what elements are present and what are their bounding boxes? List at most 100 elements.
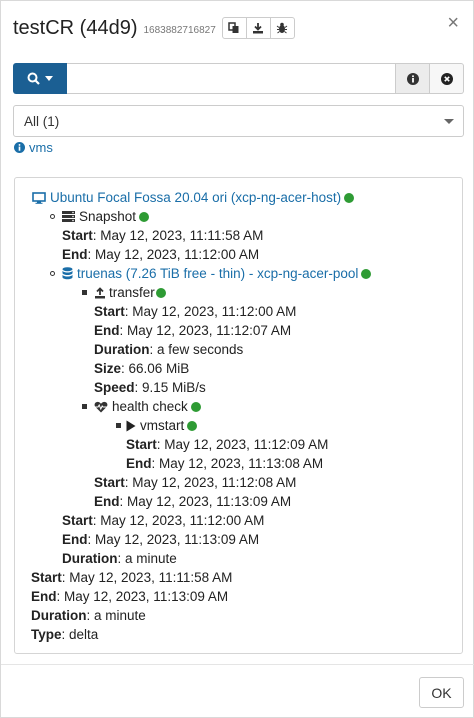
field-value: : May 12, 2023, 11:11:58 AM xyxy=(92,228,264,243)
backup-type: Type : delta xyxy=(31,625,98,644)
transfer-end: End : May 12, 2023, 11:12:07 AM xyxy=(94,321,291,340)
heartbeat-icon xyxy=(94,401,108,413)
transfer-size: Size : 66.06 MiB xyxy=(94,359,189,378)
transfer-task: transfer xyxy=(94,283,166,302)
clear-icon xyxy=(440,72,453,85)
modal-title: testCR (44d9) xyxy=(13,16,138,39)
filter-select-value: All (1) xyxy=(24,113,60,129)
copy-button[interactable] xyxy=(221,17,247,39)
info-icon xyxy=(406,72,419,85)
field-value: : a few seconds xyxy=(149,342,244,357)
header-button-group xyxy=(221,17,295,39)
field-label: End xyxy=(31,589,57,604)
bug-icon xyxy=(277,22,288,34)
sr-entry: truenas (7.26 TiB free - thin) - xcp-ng-… xyxy=(62,264,372,283)
list-bullet xyxy=(82,404,87,409)
snapshot-task: Snapshot xyxy=(62,207,150,226)
field-label: End xyxy=(62,532,88,547)
vmstart-label: vmstart xyxy=(140,418,185,433)
chevron-down-icon xyxy=(444,119,454,124)
field-value: : delta xyxy=(61,627,99,642)
sr-status-dot xyxy=(361,268,372,279)
snapshot-end: End : May 12, 2023, 11:12:00 AM xyxy=(62,245,259,264)
field-label: Duration xyxy=(62,551,118,566)
sr-link[interactable]: truenas (7.26 TiB free - thin) - xcp-ng-… xyxy=(77,264,358,283)
field-label: Start xyxy=(94,475,125,490)
search-icon xyxy=(27,72,40,85)
log-panel: Ubuntu Focal Fossa 20.04 ori (xcp-ng-ace… xyxy=(14,177,463,654)
field-label: Start xyxy=(62,513,93,528)
filter-select[interactable]: All (1) xyxy=(13,105,464,137)
sr-duration: Duration : a minute xyxy=(62,549,177,568)
vm-link[interactable]: Ubuntu Focal Fossa 20.04 ori (xcp-ng-ace… xyxy=(50,188,341,207)
vms-link[interactable]: vms xyxy=(14,140,53,155)
field-value: : May 12, 2023, 11:13:09 AM xyxy=(87,532,260,547)
list-bullet xyxy=(82,290,87,295)
download-button[interactable] xyxy=(245,17,271,39)
vmstart-task: vmstart xyxy=(126,416,198,435)
clear-search-button[interactable] xyxy=(430,63,464,94)
vm-duration: Duration : a minute xyxy=(31,606,146,625)
field-label: Duration xyxy=(31,608,87,623)
vm-entry: Ubuntu Focal Fossa 20.04 ori (xcp-ng-ace… xyxy=(32,188,355,207)
field-value: : 9.15 MiB/s xyxy=(134,380,206,395)
server-icon xyxy=(62,211,75,222)
list-bullet xyxy=(116,423,121,428)
transfer-start: Start : May 12, 2023, 11:12:00 AM xyxy=(94,302,296,321)
vm-end: End : May 12, 2023, 11:13:09 AM xyxy=(31,587,228,606)
vmstart-status-dot xyxy=(187,420,198,431)
health-check-start: Start : May 12, 2023, 11:12:08 AM xyxy=(94,473,296,492)
info-icon xyxy=(14,142,25,153)
vms-link-label: vms xyxy=(29,140,53,155)
snapshot-status-dot xyxy=(139,211,150,222)
list-bullet xyxy=(50,271,55,276)
transfer-speed: Speed : 9.15 MiB/s xyxy=(94,378,206,397)
field-value: : May 12, 2023, 11:12:00 AM xyxy=(87,247,260,262)
search-help-button[interactable] xyxy=(396,63,430,94)
snapshot-label: Snapshot xyxy=(79,209,137,224)
snapshot-start: Start : May 12, 2023, 11:11:58 AM xyxy=(62,226,263,245)
field-label: Duration xyxy=(94,342,150,357)
download-icon xyxy=(253,23,264,34)
list-bullet xyxy=(50,214,55,219)
field-label: Start xyxy=(94,304,125,319)
field-label: Size xyxy=(94,361,122,376)
vmstart-end: End : May 12, 2023, 11:13:08 AM xyxy=(126,454,323,473)
field-value: : a minute xyxy=(117,551,177,566)
search-input[interactable] xyxy=(67,63,396,94)
field-value: : May 12, 2023, 11:12:00 AM xyxy=(124,304,297,319)
transfer-label: transfer xyxy=(109,285,155,300)
health-check-task: health check xyxy=(94,397,201,416)
health-check-end: End : May 12, 2023, 11:13:09 AM xyxy=(94,492,291,511)
field-label: End xyxy=(126,456,152,471)
play-icon xyxy=(126,420,136,432)
report-bug-button[interactable] xyxy=(269,17,295,39)
field-label: End xyxy=(94,323,120,338)
field-value: : May 12, 2023, 11:13:08 AM xyxy=(151,456,324,471)
backup-log-modal: testCR (44d9) 1683882716827 × All (1) vm… xyxy=(0,0,474,718)
field-label: End xyxy=(94,494,120,509)
ok-button[interactable]: OK xyxy=(419,677,464,708)
vm-status-dot xyxy=(344,192,355,203)
field-value: : May 12, 2023, 11:13:09 AM xyxy=(119,494,292,509)
field-value: : May 12, 2023, 11:13:09 AM xyxy=(56,589,229,604)
vmstart-start: Start : May 12, 2023, 11:12:09 AM xyxy=(126,435,328,454)
search-bar xyxy=(13,63,464,94)
sr-start: Start : May 12, 2023, 11:12:00 AM xyxy=(62,511,264,530)
desktop-icon xyxy=(32,191,46,204)
footer-divider xyxy=(1,664,474,665)
health-check-status-dot xyxy=(190,401,201,412)
field-label: Start xyxy=(31,570,62,585)
field-value: : 66.06 MiB xyxy=(121,361,190,376)
health-check-label: health check xyxy=(112,399,188,414)
modal-header: testCR (44d9) 1683882716827 × xyxy=(13,13,461,43)
vm-start: Start : May 12, 2023, 11:11:58 AM xyxy=(31,568,232,587)
transfer-duration: Duration : a few seconds xyxy=(94,340,243,359)
job-id: 1683882716827 xyxy=(143,25,216,36)
close-icon[interactable]: × xyxy=(447,13,459,33)
search-filter-button[interactable] xyxy=(13,63,67,94)
field-label: Speed xyxy=(94,380,135,395)
database-icon xyxy=(62,267,73,280)
field-label: Type xyxy=(31,627,62,642)
field-label: Start xyxy=(126,437,157,452)
